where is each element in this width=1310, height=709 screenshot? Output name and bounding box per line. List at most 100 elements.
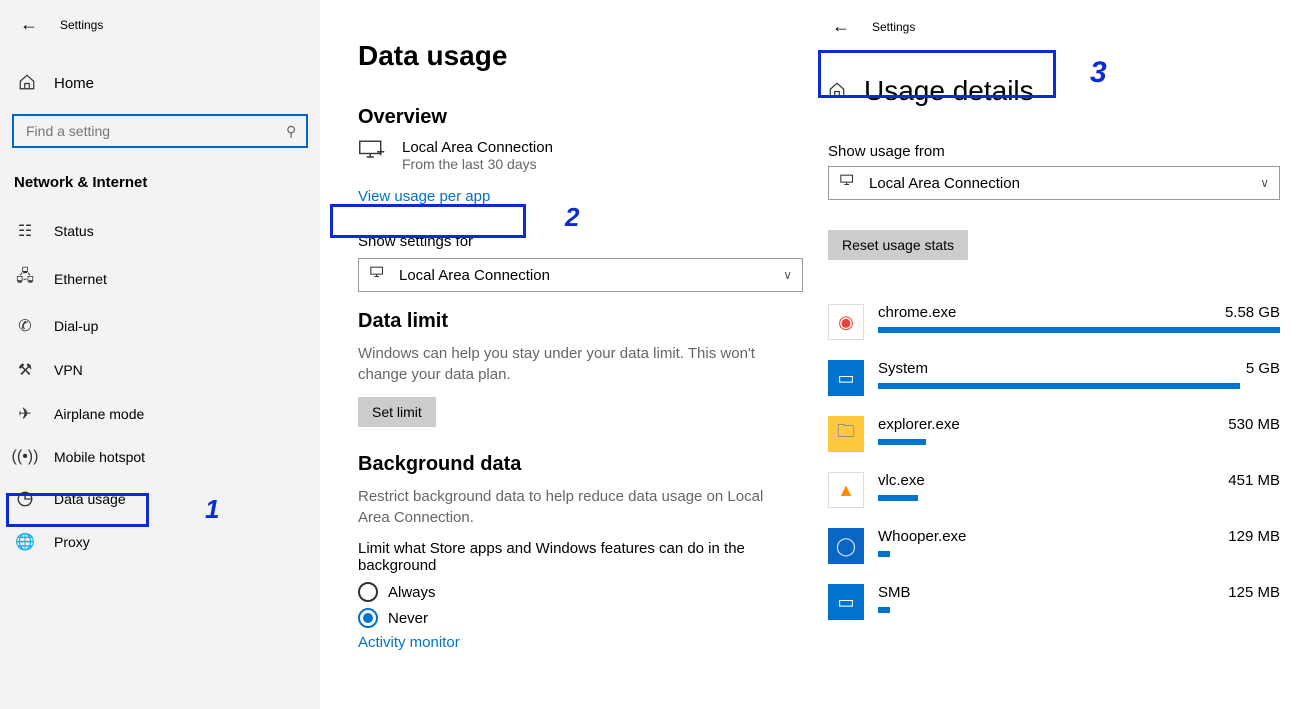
bg-data-desc: Restrict background data to help reduce … xyxy=(358,486,778,528)
search-icon: ⚲ xyxy=(286,123,296,140)
sidebar-item-airplane[interactable]: ✈ Airplane mode xyxy=(0,392,320,436)
status-icon: ☷ xyxy=(16,221,34,241)
set-limit-button[interactable]: Set limit xyxy=(358,397,436,427)
sidebar-item-label: Mobile hotspot xyxy=(54,449,145,465)
app-icon: ▲ xyxy=(828,472,864,508)
radio-always[interactable]: Always xyxy=(358,582,790,602)
app-row[interactable]: 🗀 explorer.exe 530 MB xyxy=(828,416,1280,452)
proxy-icon: 🌐 xyxy=(16,532,34,552)
connection-sub: From the last 30 days xyxy=(402,156,553,172)
sidebar-home[interactable]: Home xyxy=(0,61,320,106)
app-name: SMB xyxy=(878,584,911,601)
app-icon: 🗀 xyxy=(828,416,864,452)
sidebar-section-title: Network & Internet xyxy=(0,156,320,209)
data-limit-desc: Windows can help you stay under your dat… xyxy=(358,343,778,385)
bg-data-heading: Background data xyxy=(358,453,790,476)
radio-label: Always xyxy=(388,584,436,601)
back-icon[interactable]: ← xyxy=(832,16,850,37)
sidebar-item-dialup[interactable]: ✆ Dial-up xyxy=(0,304,320,348)
search-input[interactable] xyxy=(24,122,269,140)
hotspot-icon: ((•)) xyxy=(16,448,34,466)
app-bar-track xyxy=(878,551,1280,557)
app-amount: 530 MB xyxy=(1228,416,1280,433)
annotation-box-2 xyxy=(330,204,526,238)
sidebar-item-label: Proxy xyxy=(54,534,90,550)
sidebar-item-hotspot[interactable]: ((•)) Mobile hotspot xyxy=(0,436,320,478)
show-usage-label: Show usage from xyxy=(828,143,1280,160)
dialup-icon: ✆ xyxy=(16,316,34,336)
radio-icon xyxy=(358,582,378,602)
app-bar xyxy=(878,383,1240,389)
app-row[interactable]: ▭System5 GB xyxy=(828,360,1280,396)
home-label: Home xyxy=(54,75,94,92)
radio-never[interactable]: Never xyxy=(358,608,790,628)
chevron-down-icon: ∨ xyxy=(1260,176,1269,190)
app-amount: 5.58 GB xyxy=(1225,304,1280,321)
app-usage-list: ◉ chrome.exe 5.58 GB ▭System5 GB 🗀 explorer.e… xyxy=(828,304,1280,620)
view-usage-link[interactable]: View usage per app xyxy=(358,188,490,205)
window-title: Settings xyxy=(60,18,103,32)
app-name: vlc.exe xyxy=(878,472,925,489)
app-amount: 5 GB xyxy=(1246,360,1280,377)
ethernet-icon: 🖧 xyxy=(16,265,34,292)
app-icon: ▭ xyxy=(828,360,864,396)
page-title: Data usage xyxy=(358,40,790,72)
app-bar xyxy=(878,607,890,613)
chevron-down-icon: ∨ xyxy=(783,268,792,282)
app-amount: 451 MB xyxy=(1228,472,1280,489)
screen-icon xyxy=(839,174,859,192)
annotation-number-2: 2 xyxy=(565,202,579,233)
sidebar-item-label: Airplane mode xyxy=(54,406,144,422)
screen-icon xyxy=(369,266,389,284)
app-bar xyxy=(878,439,926,445)
vpn-icon: ⚒ xyxy=(16,360,34,380)
dropdown-value: Local Area Connection xyxy=(869,175,1020,192)
annotation-number-1: 1 xyxy=(205,494,219,525)
sidebar-item-label: Dial-up xyxy=(54,318,98,334)
app-bar xyxy=(878,551,890,557)
app-amount: 129 MB xyxy=(1228,528,1280,545)
dropdown-value: Local Area Connection xyxy=(399,267,550,284)
app-name: explorer.exe xyxy=(878,416,960,433)
app-icon: ◉ xyxy=(828,304,864,340)
app-bar-track xyxy=(878,607,1280,613)
app-row[interactable]: ▲ vlc.exe 451 MB xyxy=(828,472,1280,508)
radio-icon-selected xyxy=(358,608,378,628)
sidebar-item-label: Status xyxy=(54,223,94,239)
overview-heading: Overview xyxy=(358,106,790,129)
radio-label: Never xyxy=(388,610,428,627)
reset-usage-button[interactable]: Reset usage stats xyxy=(828,230,968,260)
annotation-box-3 xyxy=(818,50,1056,98)
app-name: Whooper.exe xyxy=(878,528,966,545)
app-row[interactable]: ◉ chrome.exe 5.58 GB xyxy=(828,304,1280,340)
sidebar-item-vpn[interactable]: ⚒ VPN xyxy=(0,348,320,392)
app-icon: ▭ xyxy=(828,584,864,620)
app-amount: 125 MB xyxy=(1228,584,1280,601)
airplane-icon: ✈ xyxy=(16,404,34,424)
app-bar xyxy=(878,495,918,501)
search-input-wrap[interactable]: ⚲ xyxy=(12,114,308,148)
data-limit-heading: Data limit xyxy=(358,310,790,333)
activity-monitor-link[interactable]: Activity monitor xyxy=(358,634,460,651)
sidebar-item-ethernet[interactable]: 🖧 Ethernet xyxy=(0,253,320,304)
connection-name: Local Area Connection xyxy=(402,139,553,156)
show-settings-dropdown[interactable]: Local Area Connection ∨ xyxy=(358,258,803,292)
window-title: Settings xyxy=(872,20,915,34)
sidebar-item-status[interactable]: ☷ Status xyxy=(0,209,320,253)
sidebar: ← Settings Home ⚲ Network & Internet ☷ S… xyxy=(0,0,320,709)
annotation-box-1 xyxy=(6,493,149,527)
back-icon[interactable]: ← xyxy=(20,14,38,35)
app-row[interactable]: ▭ SMB 125 MB xyxy=(828,584,1280,620)
screen-icon xyxy=(358,139,386,164)
sidebar-item-label: Ethernet xyxy=(54,271,107,287)
main-panel: Data usage Overview Local Area Connectio… xyxy=(320,0,810,709)
annotation-number-3: 3 xyxy=(1090,56,1107,90)
app-name: chrome.exe xyxy=(878,304,956,321)
app-bar-track xyxy=(878,439,1280,445)
app-icon: ◯ xyxy=(828,528,864,564)
app-bar-track xyxy=(878,495,1280,501)
app-row[interactable]: ◯ Whooper.exe 129 MB xyxy=(828,528,1280,564)
bg-limit-label: Limit what Store apps and Windows featur… xyxy=(358,540,758,574)
show-usage-dropdown[interactable]: Local Area Connection ∨ xyxy=(828,166,1280,200)
usage-details-panel: ← Settings Usage details 3 Show usage fr… xyxy=(810,0,1310,709)
